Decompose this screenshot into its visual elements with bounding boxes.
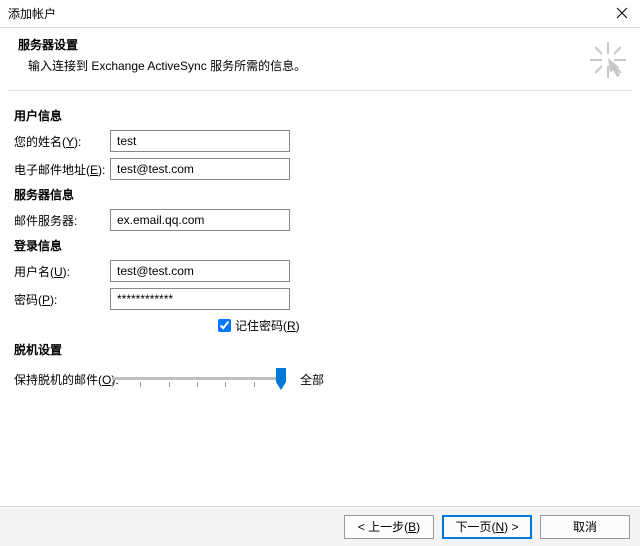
back-button[interactable]: < 上一步(B) xyxy=(344,515,434,539)
label-your-name: 您的姓名(Y): xyxy=(14,133,110,150)
label-remember-password[interactable]: 记住密码(R) xyxy=(235,317,300,334)
header-subtext: 输入连接到 Exchange ActiveSync 服务所需的信息。 xyxy=(28,57,622,74)
password-input[interactable] xyxy=(110,288,290,310)
close-button[interactable] xyxy=(610,2,634,26)
username-input[interactable] xyxy=(110,260,290,282)
section-login-info: 登录信息 xyxy=(14,237,626,254)
mail-server-input[interactable] xyxy=(110,209,290,231)
window-title: 添加帐户 xyxy=(8,5,56,22)
row-offline-slider: 保持脱机的邮件(O): 全部 xyxy=(14,368,626,390)
form-area: 用户信息 您的姓名(Y): 电子邮件地址(E): 服务器信息 邮件服务器: 登录… xyxy=(0,91,640,390)
header-heading: 服务器设置 xyxy=(18,36,622,53)
row-your-name: 您的姓名(Y): xyxy=(14,130,626,152)
row-email: 电子邮件地址(E): xyxy=(14,158,626,180)
section-user-info: 用户信息 xyxy=(14,107,626,124)
email-input[interactable] xyxy=(110,158,290,180)
offline-slider[interactable] xyxy=(112,368,282,390)
sparkle-icon xyxy=(590,42,626,78)
label-email: 电子邮件地址(E): xyxy=(14,161,110,178)
titlebar: 添加帐户 xyxy=(0,0,640,28)
button-bar: < 上一步(B) 下一页(N) > 取消 xyxy=(0,506,640,546)
section-offline: 脱机设置 xyxy=(14,341,626,358)
row-username: 用户名(U): xyxy=(14,260,626,282)
slider-value: 全部 xyxy=(300,371,324,388)
row-mail-server: 邮件服务器: xyxy=(14,209,626,231)
section-server-info: 服务器信息 xyxy=(14,186,626,203)
slider-track xyxy=(112,377,282,380)
header-area: 服务器设置 输入连接到 Exchange ActiveSync 服务所需的信息。 xyxy=(0,28,640,90)
label-mail-server: 邮件服务器: xyxy=(14,212,110,229)
remember-password-checkbox[interactable] xyxy=(218,319,231,332)
next-button[interactable]: 下一页(N) > xyxy=(442,515,532,539)
label-username: 用户名(U): xyxy=(14,263,110,280)
close-icon xyxy=(616,7,628,22)
slider-thumb[interactable] xyxy=(276,368,286,390)
label-password: 密码(P): xyxy=(14,291,110,308)
label-offline: 保持脱机的邮件(O): xyxy=(14,371,110,388)
your-name-input[interactable] xyxy=(110,130,290,152)
row-password: 密码(P): xyxy=(14,288,626,310)
cancel-button[interactable]: 取消 xyxy=(540,515,630,539)
slider-ticks xyxy=(112,382,282,387)
row-remember-password: 记住密码(R) xyxy=(214,316,626,335)
